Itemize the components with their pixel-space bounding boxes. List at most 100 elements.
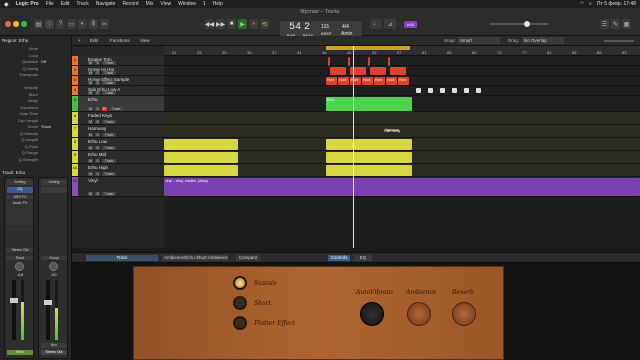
mute-button[interactable]: M: [88, 91, 93, 95]
solo-button[interactable]: S: [95, 159, 100, 163]
inspector-param-row[interactable]: More: [2, 92, 70, 97]
inspector-param-row[interactable]: Q-Range: [2, 150, 70, 155]
preset-select[interactable]: Ambience/Erhu Short Ambience: [162, 255, 228, 261]
play-button[interactable]: ▶: [238, 19, 247, 29]
strip-name-erhu[interactable]: Erhu: [7, 350, 33, 355]
toolbar-button[interactable]: ▭: [67, 19, 76, 29]
solo-button[interactable]: S: [95, 120, 100, 124]
inspector-param-row[interactable]: Quantize Off: [2, 59, 70, 64]
menu-record[interactable]: Record: [122, 1, 138, 7]
inspector-param-row[interactable]: Q-Swing: [2, 66, 70, 71]
read-button[interactable]: Read: [7, 256, 33, 260]
reverb-knob[interactable]: [452, 302, 476, 326]
flutter-effect-button[interactable]: [233, 316, 247, 330]
track-name[interactable]: Faded Keys: [88, 113, 112, 118]
tracks-functions-menu[interactable]: Functions: [110, 38, 130, 44]
zoom-button[interactable]: [21, 21, 27, 27]
auto-vibrato-knob[interactable]: [360, 302, 384, 326]
inspector-param-row[interactable]: Loop: [2, 53, 70, 58]
pan-knob-2[interactable]: [49, 262, 58, 271]
track-automation-select[interactable]: Track: [102, 61, 116, 65]
solo-button[interactable]: S: [95, 91, 100, 95]
eq-tab[interactable]: EQ: [354, 255, 372, 261]
tracks-add-button[interactable]: +: [78, 38, 81, 44]
horse-effect-region[interactable]: Hors: [362, 77, 373, 85]
solo-button[interactable]: S: [95, 133, 100, 137]
solo-button[interactable]: S: [95, 61, 100, 65]
volume-fader-track-2[interactable]: [44, 280, 52, 340]
menu-window[interactable]: Window: [178, 1, 196, 7]
hit-region[interactable]: [348, 57, 350, 66]
close-button[interactable]: [5, 21, 11, 27]
compare-button[interactable]: Compare: [236, 255, 260, 261]
region-header[interactable]: Region: Erhu: [2, 38, 70, 44]
eq-display-2[interactable]: [41, 187, 67, 193]
volume-fader-handle-2[interactable]: [44, 300, 52, 305]
forward-button[interactable]: ▶▶: [216, 19, 225, 29]
minimize-button[interactable]: [13, 21, 19, 27]
horse-effect-region[interactable]: Hors: [350, 77, 361, 85]
midi-fx-slot[interactable]: MIDI FX: [7, 195, 33, 199]
inspector-param-row[interactable]: Q-Length: [2, 137, 70, 142]
track-lane[interactable]: [164, 86, 640, 96]
master-volume-handle[interactable]: [524, 21, 530, 27]
yellow-region-intro[interactable]: [164, 165, 238, 176]
avatar[interactable]: n34: [404, 21, 417, 28]
ruler[interactable]: 21 25 29 33 37 41 45 49 53 57 61 65 69 73 77 81 85 89 93: [164, 46, 640, 56]
hihat-region[interactable]: [390, 67, 406, 75]
track-header-horse-effect-sample[interactable]: 3 Horse Effect Sample M S Track: [72, 76, 164, 86]
track-header-sub-erhu-low-a[interactable]: 4 Sub Erhu Low A M S Track: [72, 86, 164, 96]
master-volume-slider[interactable]: [490, 21, 548, 27]
solo-button[interactable]: S: [95, 146, 100, 150]
track-automation-select[interactable]: Track: [102, 146, 116, 150]
setting-button[interactable]: Setting: [7, 180, 33, 185]
track-automation-select[interactable]: Track: [102, 91, 116, 95]
inspector-param-row[interactable]: Gate Time: [2, 111, 70, 116]
mute-button[interactable]: M: [88, 192, 93, 196]
hihat-region[interactable]: [370, 67, 386, 75]
record-button[interactable]: ●: [249, 19, 258, 29]
search-icon[interactable]: ⌕: [589, 1, 592, 7]
track-header-erhu-high[interactable]: 10 Erhu High M S Track: [72, 164, 164, 177]
record-enable-button[interactable]: R: [102, 107, 107, 111]
inspector-param-row[interactable]: Transpose: [2, 72, 70, 77]
quick-help-button[interactable]: ?: [56, 19, 65, 29]
horse-effect-region[interactable]: Hors: [338, 77, 349, 85]
sub-erhu-region[interactable]: [452, 88, 457, 93]
eq-display[interactable]: EQ: [7, 187, 33, 193]
strip-name-stereo-out[interactable]: Stereo Out: [41, 350, 67, 355]
inspector-param-row[interactable]: Velocity: [2, 85, 70, 90]
audio-fx-slots[interactable]: Audio FX: [7, 201, 33, 225]
track-header-erhu-low[interactable]: 8 Erhu Low M S Track: [72, 138, 164, 151]
library-button[interactable]: ▤: [34, 19, 43, 29]
track-header-engine-tom[interactable]: 1 Engine Tom M S Track: [72, 56, 164, 66]
inspector-param-row[interactable]: Q-Flam: [2, 144, 70, 149]
arrange-area[interactable]: Hors Hors Hors Hors Hors Hors Hors Erhu Harmony H…: [164, 46, 640, 248]
menu-navigate[interactable]: Navigate: [96, 1, 116, 7]
rewind-button[interactable]: ◀◀: [205, 19, 214, 29]
stereo-out-slot[interactable]: Stereo Out: [7, 248, 33, 252]
vinyl-region[interactable]: vinyl – drop, crackle, pickup: [164, 178, 640, 196]
mute-button[interactable]: M: [88, 172, 93, 176]
track-automation-select[interactable]: Track: [102, 172, 116, 176]
mute-button[interactable]: M: [88, 107, 93, 111]
browser-button[interactable]: ▦: [622, 19, 631, 29]
pan-knob[interactable]: [15, 262, 24, 271]
yellow-region-intro[interactable]: [164, 152, 238, 163]
hit-region[interactable]: [388, 57, 390, 66]
tuner-button[interactable]: ⊿: [384, 19, 396, 29]
track-name[interactable]: Erhu: [88, 97, 98, 102]
inspector-param-row[interactable]: Q-Velocity: [2, 131, 70, 136]
apple-menu-icon[interactable]: ◆: [4, 1, 9, 8]
zoom-slider[interactable]: [604, 40, 634, 42]
hit-region[interactable]: [328, 57, 330, 66]
tracks-edit-menu[interactable]: Edit: [90, 38, 98, 44]
mute-button[interactable]: M: [88, 159, 93, 163]
param-value[interactable]: Off: [41, 59, 46, 64]
track-automation-select[interactable]: Track: [109, 107, 123, 111]
track-name[interactable]: Erhu High: [88, 165, 108, 170]
track-automation-select[interactable]: Track: [102, 120, 116, 124]
stop-button[interactable]: ■: [227, 19, 236, 29]
list-editors-button[interactable]: ☰: [600, 19, 609, 29]
horse-effect-region[interactable]: Hors: [386, 77, 397, 85]
